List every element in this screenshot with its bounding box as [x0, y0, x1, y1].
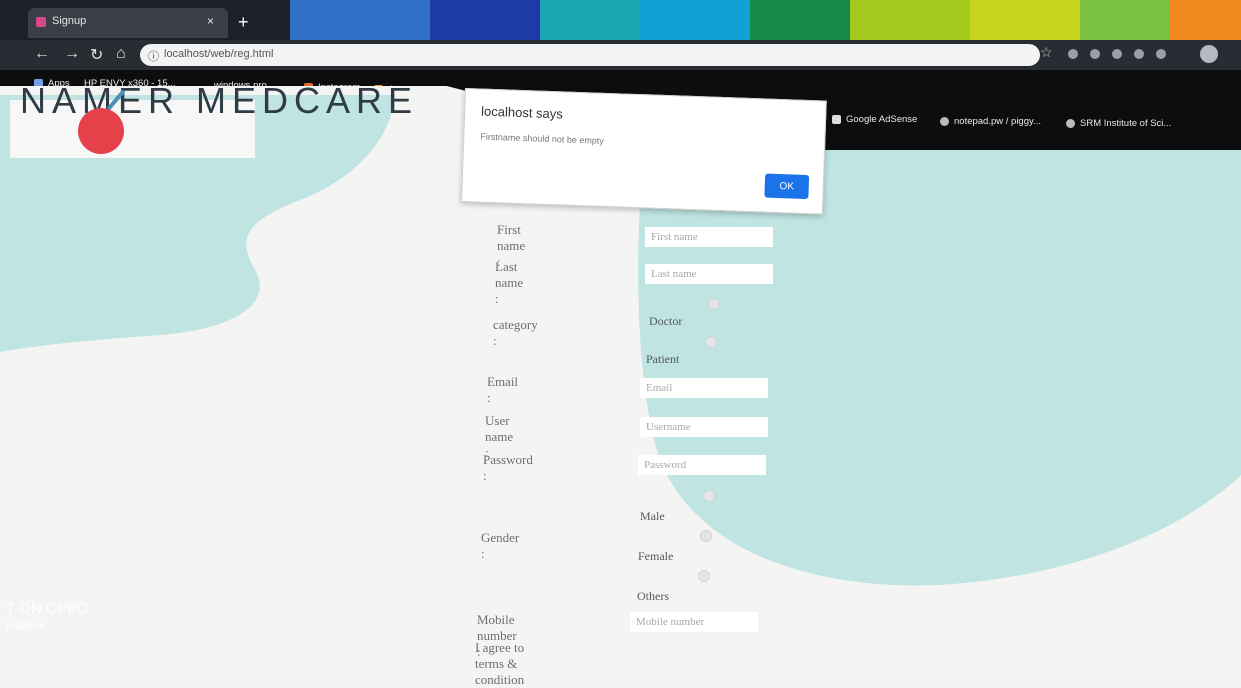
address-bar[interactable]: ⓘ localhost/web/reg.html	[140, 44, 1040, 66]
tab-strip: Signup × +	[0, 0, 1241, 40]
category-label: category :	[493, 317, 538, 348]
banner-segment	[970, 0, 1080, 40]
banner-segment	[1080, 0, 1170, 40]
email-input[interactable]	[640, 378, 768, 398]
bookmark-star-icon[interactable]: ☆	[1040, 44, 1053, 61]
ok-button[interactable]: OK	[764, 173, 810, 200]
first-name-input[interactable]	[645, 227, 773, 247]
bookmark-label: Google AdSense	[846, 114, 918, 125]
dialog-title: localhost says	[480, 103, 564, 122]
radio-female[interactable]	[700, 530, 712, 542]
dialog-message: Firstname should not be empty	[480, 131, 604, 146]
reload-icon[interactable]: ↻	[90, 45, 103, 65]
username-input[interactable]	[640, 417, 768, 437]
logo-text: NAMER MEDCARE	[20, 80, 419, 121]
radio-patient[interactable]	[705, 336, 717, 348]
last-name-input[interactable]	[645, 264, 773, 284]
banner-segment	[750, 0, 850, 40]
gender-label: Gender :	[481, 530, 520, 561]
logo-dot	[78, 108, 124, 154]
banner-segment	[850, 0, 970, 40]
camera-watermark-location: kulathur	[6, 620, 46, 632]
banner-segment	[540, 0, 640, 40]
globe-icon	[940, 116, 949, 126]
new-tab-button[interactable]: +	[238, 12, 249, 33]
password-input[interactable]	[638, 455, 766, 475]
option-male: Male	[640, 509, 665, 523]
globe-icon	[1066, 118, 1075, 128]
email-label: Email :	[487, 374, 519, 405]
terms-label[interactable]: I agree to terms & condition	[475, 640, 524, 688]
banner-segment	[430, 0, 540, 40]
extension-icon[interactable]	[1090, 49, 1100, 59]
bookmark-label: SRM Institute of Sci...	[1080, 118, 1172, 129]
browser-toolbar: ← → ↻ ⌂ ⓘ localhost/web/reg.html ☆	[0, 40, 1241, 70]
tab-title: Signup	[52, 15, 87, 27]
tab-favicon-icon	[36, 17, 46, 27]
option-doctor: Doctor	[649, 314, 683, 328]
forward-arrow-icon[interactable]: →	[64, 45, 80, 63]
banner-segment	[1170, 0, 1241, 40]
banner-segment	[640, 0, 750, 40]
adsense-icon	[832, 114, 841, 124]
url-text: localhost/web/reg.html	[164, 48, 274, 60]
radio-others[interactable]	[698, 570, 710, 582]
bookmark-google-adsense[interactable]: Google AdSense	[832, 114, 917, 125]
radio-male[interactable]	[703, 490, 715, 502]
profile-avatar[interactable]	[1200, 45, 1218, 63]
extension-icon[interactable]	[1112, 49, 1122, 59]
alert-dialog: localhost says Firstname should not be e…	[461, 88, 827, 215]
radio-doctor[interactable]	[708, 298, 720, 310]
extension-icon[interactable]	[1134, 49, 1144, 59]
option-patient: Patient	[646, 352, 680, 366]
extension-icon[interactable]	[1156, 49, 1166, 59]
browser-tab[interactable]: Signup ×	[28, 8, 228, 38]
password-label: Password :	[483, 452, 533, 483]
option-female: Female	[638, 549, 674, 563]
home-icon[interactable]: ⌂	[116, 45, 126, 63]
bookmark-notepad[interactable]: notepad.pw / piggy...	[940, 116, 1041, 127]
camera-watermark: T ON OPPO	[6, 600, 90, 617]
back-arrow-icon[interactable]: ←	[34, 45, 50, 63]
mobile-number-input[interactable]	[630, 612, 758, 632]
extension-icon[interactable]	[1068, 49, 1078, 59]
bookmark-srm[interactable]: SRM Institute of Sci...	[1066, 118, 1171, 129]
option-others: Others	[637, 589, 669, 603]
bookmark-label: notepad.pw / piggy...	[954, 116, 1041, 127]
info-icon: ⓘ	[148, 51, 159, 63]
banner-segment	[290, 0, 430, 40]
tab-close-icon[interactable]: ×	[207, 14, 214, 28]
last-name-label: Last name :	[495, 259, 524, 306]
